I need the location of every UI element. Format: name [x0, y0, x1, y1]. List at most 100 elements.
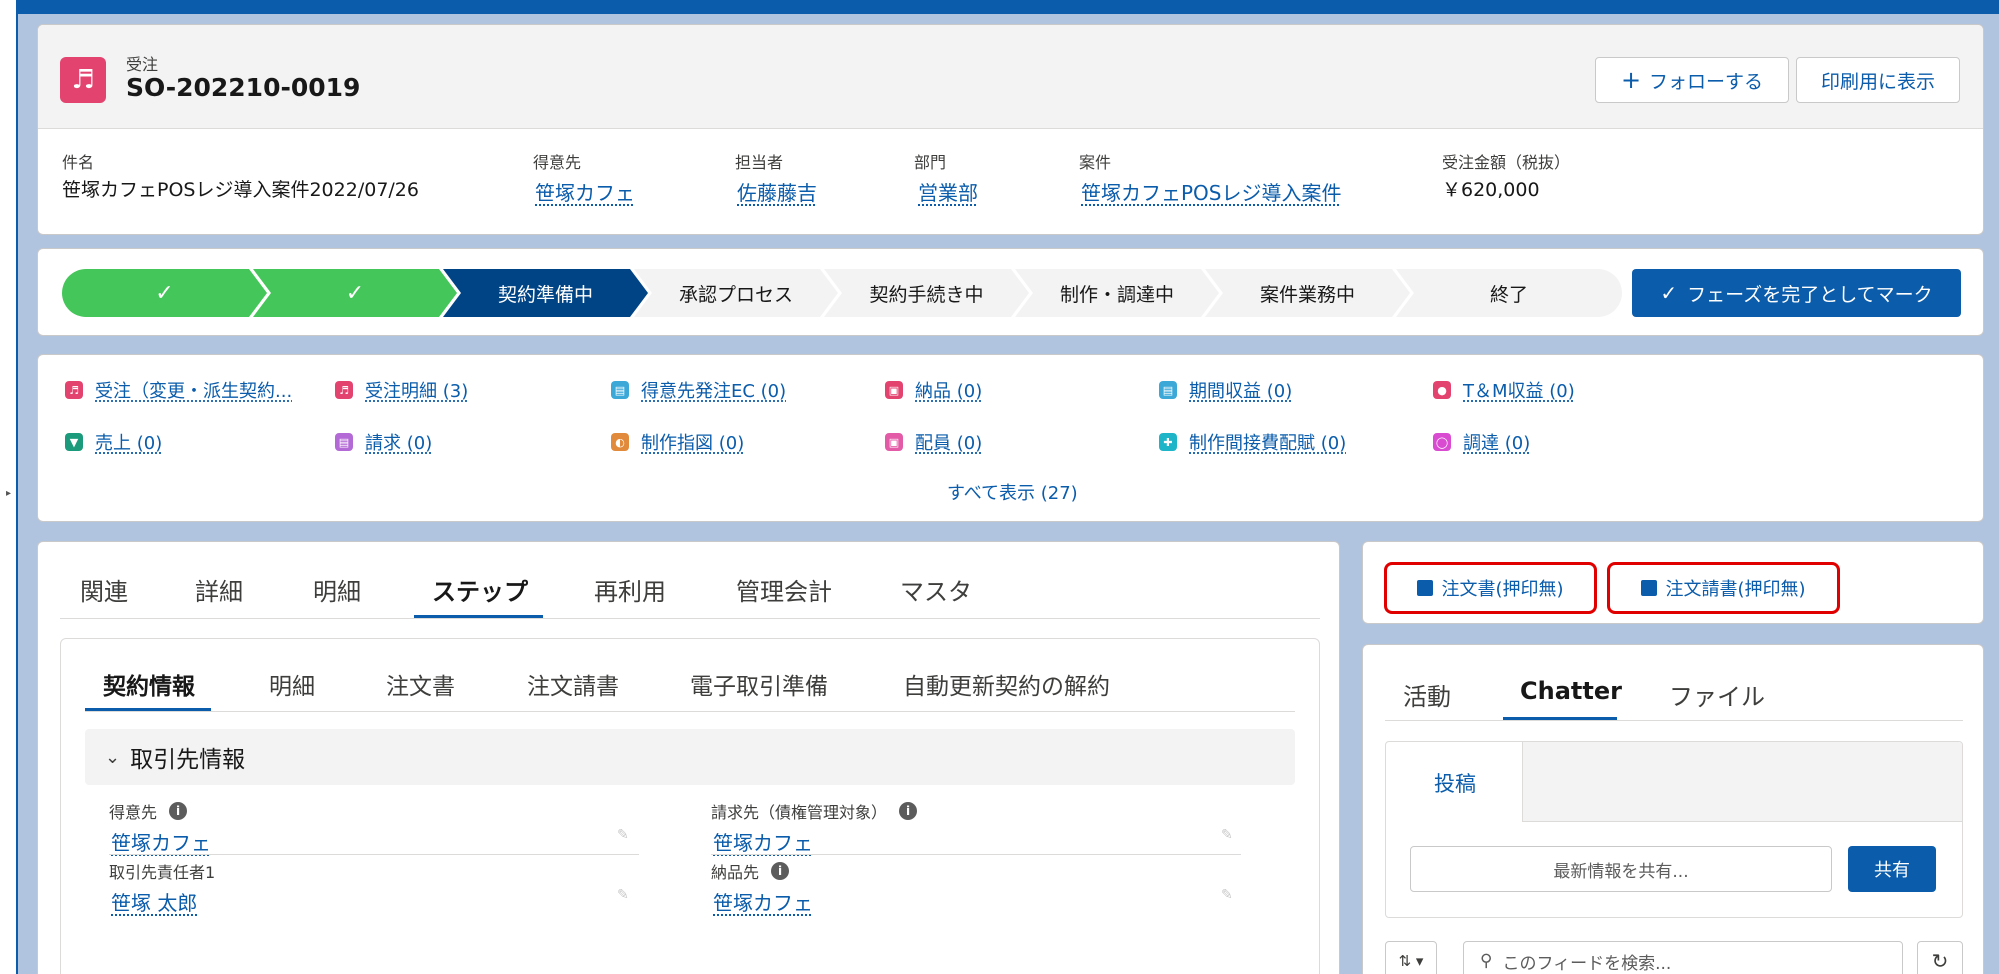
related-link-label[interactable]: 得意先発注EC (0): [641, 377, 786, 403]
tab-steps[interactable]: ステップ: [432, 572, 528, 607]
subtab-line-items[interactable]: 明細: [269, 667, 315, 701]
related-link-overhead-allocation[interactable]: ✚ 制作間接費配賦 (0): [1159, 429, 1346, 455]
subtab-order-acceptance[interactable]: 注文請書: [527, 667, 619, 701]
field-customer-value[interactable]: 笹塚カフェ: [111, 827, 211, 856]
field-contact1-value[interactable]: 笹塚 太郎: [111, 887, 197, 916]
field-label: 担当者: [735, 153, 784, 172]
tab-divider: [1385, 720, 1963, 721]
subtab-contract-info[interactable]: 契約情報: [103, 667, 195, 701]
tab-management-accounting[interactable]: 管理会計: [736, 572, 832, 607]
edit-pencil-icon[interactable]: ✎: [617, 887, 629, 903]
allocation-icon: ✚: [1159, 433, 1177, 451]
mark-stage-complete-button[interactable]: ✓ フェーズを完了としてマーク: [1632, 269, 1961, 317]
related-link-label[interactable]: T＆M収益 (0): [1463, 377, 1575, 403]
production-icon: ◐: [611, 433, 629, 451]
share-input[interactable]: 最新情報を共有...: [1410, 846, 1832, 892]
tab-files[interactable]: ファイル: [1669, 677, 1765, 712]
related-link-label[interactable]: 期間収益 (0): [1189, 377, 1292, 403]
tab-post[interactable]: 投稿: [1434, 768, 1476, 798]
opportunity-link[interactable]: 笹塚カフェPOSレジ導入案件: [1081, 177, 1342, 206]
print-label: 印刷用に表示: [1820, 70, 1935, 93]
related-link-tm-revenue[interactable]: ● T＆M収益 (0): [1433, 377, 1575, 403]
related-link-label[interactable]: 納品 (0): [915, 377, 982, 403]
document-icon: [1641, 580, 1658, 596]
chevron-down-icon: ⌄: [105, 746, 121, 768]
related-link-staffing[interactable]: ▣ 配員 (0): [885, 429, 982, 455]
related-link-label[interactable]: 請求 (0): [365, 429, 432, 455]
department-link[interactable]: 営業部: [918, 177, 978, 206]
invoice-icon: ▤: [335, 433, 353, 451]
tab-reuse[interactable]: 再利用: [594, 572, 666, 607]
document-icon: ▤: [1159, 381, 1177, 399]
related-link-label[interactable]: 受注明細 (3): [365, 377, 468, 403]
related-link-label[interactable]: 売上 (0): [95, 429, 162, 455]
related-link-sales[interactable]: ▼ 売上 (0): [65, 429, 162, 455]
info-icon[interactable]: i: [169, 802, 188, 820]
document-icon: [1417, 580, 1434, 596]
field-label: 部門: [914, 153, 947, 172]
tab-related[interactable]: 関連: [80, 572, 128, 607]
field-label: 受注金額（税抜）: [1442, 153, 1571, 172]
tab-details[interactable]: 詳細: [195, 572, 243, 607]
tab-activity[interactable]: 活動: [1403, 677, 1451, 712]
follow-label: フォローする: [1649, 70, 1764, 93]
order-icon: ♬: [65, 381, 83, 399]
edit-pencil-icon[interactable]: ✎: [617, 827, 629, 843]
subtab-divider: [85, 711, 1295, 712]
feed-search-input[interactable]: ⚲ このフィードを検索...: [1463, 941, 1903, 974]
related-link-order-lines[interactable]: ♬ 受注明細 (3): [335, 377, 468, 403]
related-link-label[interactable]: 調達 (0): [1463, 429, 1530, 455]
path-step-label: 案件業務中: [1259, 283, 1355, 306]
edit-pencil-icon[interactable]: ✎: [1221, 827, 1233, 843]
related-link-period-revenue[interactable]: ▤ 期間収益 (0): [1159, 377, 1292, 403]
print-view-button[interactable]: 印刷用に表示: [1796, 57, 1960, 103]
related-link-delivery[interactable]: ▣ 納品 (0): [885, 377, 982, 403]
view-all-link[interactable]: すべて表示 (27): [947, 479, 1078, 505]
related-link-invoice[interactable]: ▤ 請求 (0): [335, 429, 432, 455]
section-header[interactable]: ⌄ 取引先情報: [85, 729, 1295, 785]
path-step-label: 終了: [1489, 283, 1528, 306]
related-link-label[interactable]: 制作間接費配賦 (0): [1189, 429, 1346, 455]
subtab-purchase-order[interactable]: 注文書: [386, 667, 455, 701]
refresh-button[interactable]: ↻: [1917, 941, 1963, 974]
tab-chatter[interactable]: Chatter: [1520, 677, 1622, 705]
subtab-edi-prep[interactable]: 電子取引準備: [690, 667, 828, 701]
related-link-label[interactable]: 配員 (0): [915, 429, 982, 455]
order-icon: ♬: [335, 381, 353, 399]
related-link-label[interactable]: 制作指図 (0): [641, 429, 744, 455]
field-billto-value[interactable]: 笹塚カフェ: [713, 827, 813, 856]
expand-caret-icon[interactable]: ▸: [6, 488, 11, 499]
field-label: 得意先: [533, 153, 582, 172]
purchase-order-button[interactable]: 注文書(押印無): [1384, 562, 1597, 614]
steps-inner-card: 契約情報 明細 注文書 注文請書 電子取引準備 自動更新契約の解約 ⌄ 取引先情…: [60, 638, 1320, 974]
share-button-label: 共有: [1874, 860, 1910, 881]
related-link-label[interactable]: 受注（変更・派生契約...: [95, 377, 292, 403]
info-icon[interactable]: i: [771, 862, 790, 880]
field-label: 案件: [1079, 153, 1112, 172]
left-edge: [0, 0, 18, 974]
tab-line-items[interactable]: 明細: [313, 572, 361, 607]
sales-icon: ▼: [65, 433, 83, 451]
field-label-text: 請求先（債権管理対象）: [711, 803, 888, 822]
related-link-procurement[interactable]: ◯ 調達 (0): [1433, 429, 1530, 455]
follow-button[interactable]: + フォローする: [1595, 57, 1789, 103]
field-label: 件名: [62, 153, 95, 172]
customer-link[interactable]: 笹塚カフェ: [535, 177, 635, 206]
info-icon[interactable]: i: [899, 802, 918, 820]
tab-master[interactable]: マスタ: [900, 572, 972, 607]
edit-pencil-icon[interactable]: ✎: [1221, 887, 1233, 903]
share-button[interactable]: 共有: [1848, 846, 1936, 892]
mark-complete-label: フェーズを完了としてマーク: [1687, 283, 1933, 306]
path-labels: ✓ ✓ 契約準備中 承認プロセス 契約手続き中 制作・調達中 案件業務中 終了: [62, 269, 1622, 317]
related-link-customer-po[interactable]: ▤ 得意先発注EC (0): [611, 377, 786, 403]
order-acceptance-button[interactable]: 注文請書(押印無): [1607, 562, 1840, 614]
related-link-change-orders[interactable]: ♬ 受注（変更・派生契約...: [65, 377, 292, 403]
sort-button[interactable]: ⇅ ▾: [1385, 941, 1437, 974]
owner-link[interactable]: 佐藤藤吉: [737, 177, 817, 206]
related-link-production-order[interactable]: ◐ 制作指図 (0): [611, 429, 744, 455]
subtab-auto-renewal-cancel[interactable]: 自動更新契約の解約: [903, 667, 1110, 701]
plus-icon: +: [1620, 66, 1642, 94]
related-quick-links: ♬ 受注（変更・派生契約... ♬ 受注明細 (3) ▤ 得意先発注EC (0)…: [37, 354, 1984, 522]
field-shipto-value[interactable]: 笹塚カフェ: [713, 887, 813, 916]
field-underline: [711, 854, 1241, 855]
